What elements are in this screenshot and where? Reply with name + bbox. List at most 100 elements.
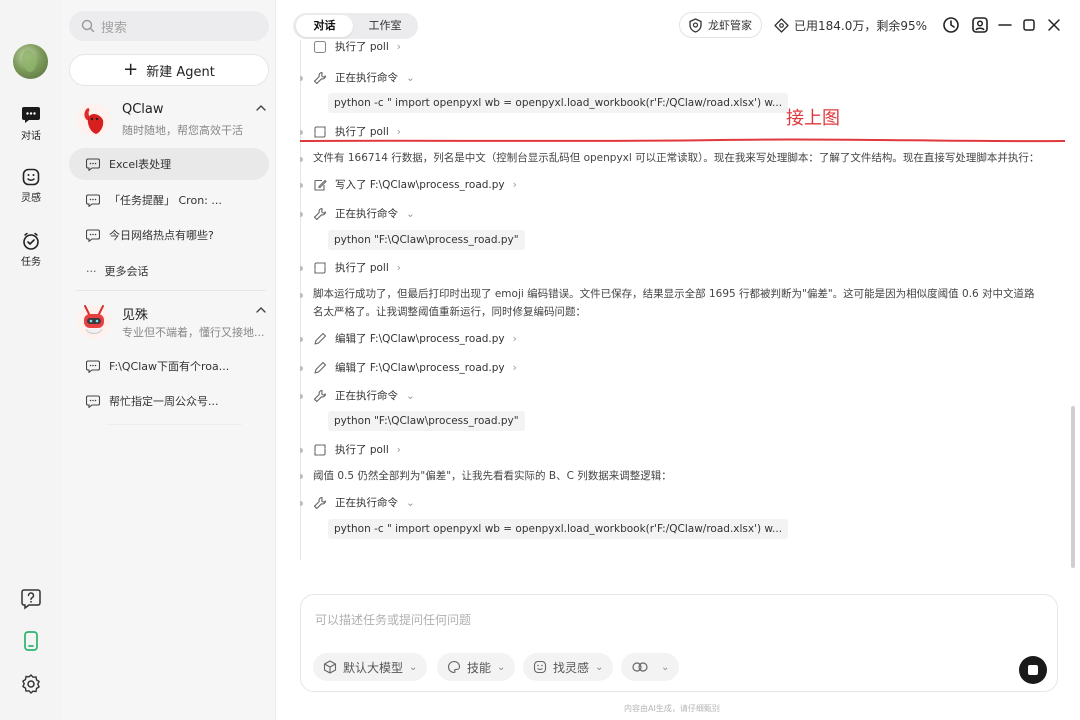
phone-icon[interactable] — [20, 630, 42, 652]
timeline-dot — [300, 212, 303, 217]
help-icon[interactable] — [20, 588, 42, 610]
model-select[interactable]: 默认大模型 ⌄ — [313, 653, 428, 681]
new-agent-button[interactable]: + 新建 Agent — [69, 54, 269, 86]
row-text[interactable]: 编辑了 F:\QClaw\process_road.py › — [335, 360, 517, 375]
agent-description: 专业但不端着，懂行又接地... — [122, 326, 264, 339]
row-text[interactable]: 正在执行命令 ⌄ — [335, 206, 415, 221]
conversation-title: Excel表处理 — [109, 158, 172, 171]
maximize-icon[interactable] — [1019, 15, 1039, 35]
usage-indicator[interactable]: 已用184.0万，剩余95% — [767, 12, 937, 38]
row-text[interactable]: 正在执行命令 ⌄ — [335, 495, 415, 510]
chat-icon — [86, 359, 100, 373]
timeline-dot — [300, 76, 303, 81]
close-icon[interactable] — [1044, 15, 1064, 35]
chat-bubble-icon — [22, 107, 40, 123]
mode-tabs: 对话 工作室 — [293, 13, 418, 39]
rail-item-inspiration[interactable]: 灵感 — [0, 168, 62, 204]
poll-icon — [314, 126, 326, 138]
stop-button[interactable] — [1019, 656, 1047, 684]
timeline-line — [300, 40, 301, 560]
agent-name: 见殊 — [122, 308, 149, 323]
timeline-dot — [300, 474, 303, 479]
row-text[interactable]: 执行了 poll › — [335, 260, 401, 275]
inspiration-select[interactable]: 找灵感 ⌄ — [523, 653, 614, 681]
composer-input[interactable]: 可以描述任务或提问任何问题 — [315, 611, 471, 628]
wrench-icon — [313, 389, 327, 403]
conversation-item[interactable]: F:\QClaw下面有个roa... — [69, 350, 269, 382]
row-text[interactable]: 编辑了 F:\QClaw\process_road.py › — [335, 331, 517, 346]
row-label: 执行了 poll — [335, 41, 389, 53]
lobster-avatar-icon — [77, 103, 111, 137]
more-label: 更多会话 — [104, 265, 149, 278]
timeline-dot — [300, 183, 303, 188]
row-text[interactable]: 正在执行命令 ⌄ — [335, 388, 415, 403]
chevron-right-icon: › — [396, 126, 401, 138]
chat-icon — [86, 157, 100, 171]
chevron-right-icon: › — [512, 333, 517, 345]
timeline-dot — [300, 448, 303, 453]
search-input[interactable]: 搜索 — [69, 11, 269, 41]
chevron-down-icon: ⌄ — [497, 661, 506, 673]
chevron-down-icon: ⌄ — [406, 208, 415, 220]
timeline-dot — [300, 293, 303, 298]
timeline-dot — [300, 337, 303, 342]
search-icon — [81, 19, 95, 33]
row-label: 正在执行命令 — [335, 72, 398, 84]
more-conversations-link[interactable]: ··· 更多会话 — [86, 263, 149, 279]
app-window: 对话 灵感 任务 搜索 + 新建 Agent QClaw 随时随地，帮您高效干活… — [0, 0, 1080, 720]
conversation-item[interactable]: Excel表处理 — [69, 148, 269, 180]
assistant-message: 阈值 0.5 仍然全部判为"偏差"，让我先看看实际的 B、C 列数据来调整逻辑： — [313, 470, 672, 482]
rail-item-chat[interactable]: 对话 — [0, 106, 62, 142]
usage-label: 已用184.0万，剩余95% — [794, 18, 928, 33]
chat-icon — [86, 193, 100, 207]
row-text[interactable]: 执行了 poll › — [335, 40, 401, 54]
agent-jianshu[interactable]: 见殊 专业但不端着，懂行又接地... — [76, 302, 266, 346]
history-clock-icon[interactable] — [941, 15, 961, 35]
diamond-icon — [774, 17, 789, 33]
settings-icon[interactable] — [20, 673, 42, 695]
skills-select[interactable]: 技能 ⌄ — [437, 653, 516, 681]
row-text[interactable]: 执行了 poll › — [335, 124, 401, 139]
skills-label: 技能 — [467, 660, 492, 675]
scrollbar-thumb[interactable] — [1071, 406, 1075, 568]
wrench-icon — [313, 207, 327, 221]
agent-description: 随时随地，帮您高效干活 — [122, 124, 243, 137]
conversation-title: 帮忙指定一周公众号... — [109, 395, 219, 408]
agent-qclaw[interactable]: QClaw 随时随地，帮您高效干活 — [76, 100, 266, 144]
model-label: 默认大模型 — [343, 660, 404, 675]
manager-button[interactable]: 龙虾管家 — [679, 12, 762, 38]
chat-icon — [86, 394, 100, 408]
row-text[interactable]: 写入了 F:\QClaw\process_road.py › — [335, 177, 517, 192]
left-rail: 对话 灵感 任务 — [0, 0, 62, 720]
rail-label-chat: 对话 — [21, 131, 41, 142]
conversation-item[interactable]: 帮忙指定一周公众号... — [69, 385, 269, 417]
wrench-icon — [313, 71, 327, 85]
plus-icon: + — [123, 59, 139, 80]
edit-document-icon — [314, 179, 327, 191]
tab-studio[interactable]: 工作室 — [355, 15, 415, 37]
link-select[interactable]: ⌄ — [621, 653, 680, 681]
timeline-dot — [300, 266, 303, 271]
row-label: 执行了 poll — [335, 262, 389, 274]
search-placeholder: 搜索 — [101, 20, 128, 36]
row-text[interactable]: 正在执行命令 ⌄ — [335, 70, 415, 85]
chevron-up-icon[interactable] — [256, 306, 266, 314]
row-label: 执行了 poll — [335, 126, 389, 138]
conversation-item[interactable]: 今日网络热点有哪些? — [69, 219, 269, 251]
row-text[interactable]: 执行了 poll › — [335, 442, 401, 457]
user-avatar[interactable] — [13, 44, 48, 79]
chevron-down-icon: ⌄ — [406, 72, 415, 84]
rail-item-tasks[interactable]: 任务 — [0, 232, 62, 268]
tab-chat[interactable]: 对话 — [296, 15, 353, 37]
minimize-icon[interactable] — [995, 15, 1015, 35]
chevron-up-icon[interactable] — [256, 104, 266, 112]
row-label: 写入了 F:\QClaw\process_road.py — [335, 179, 505, 191]
rail-label-tasks: 任务 — [21, 257, 41, 268]
cube-icon — [323, 660, 337, 674]
conversation-item[interactable]: 「任务提醒」 Cron: ... — [69, 184, 269, 216]
pencil-icon — [314, 332, 327, 345]
conversation-title: F:\QClaw下面有个roa... — [109, 360, 230, 373]
manager-label: 龙虾管家 — [708, 19, 752, 32]
chevron-down-icon: ⌄ — [409, 661, 418, 673]
profile-icon[interactable] — [970, 15, 990, 35]
